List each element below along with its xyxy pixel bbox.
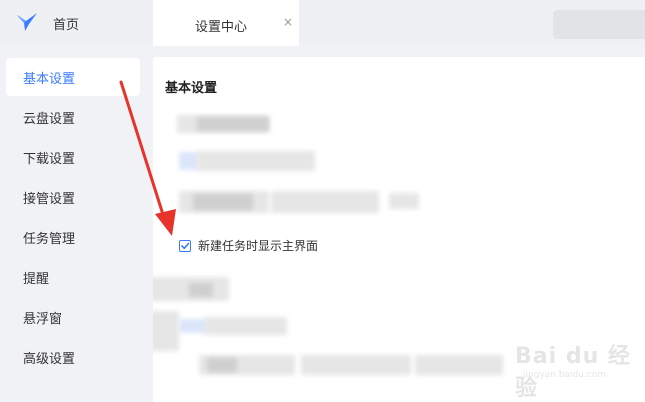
obscured-option — [197, 151, 315, 171]
obscured-option — [153, 311, 179, 351]
sidebar-item-label: 高级设置 — [23, 351, 76, 367]
sidebar-item-basic[interactable]: 基本设置 — [6, 58, 140, 96]
sidebar-item-label: 下载设置 — [23, 151, 76, 167]
new-task-show-main-label: 新建任务时显示主界面 — [198, 239, 319, 253]
tab-settings[interactable]: 设置中心 × — [153, 0, 299, 46]
sidebar-item-task-manage[interactable]: 任务管理 — [6, 218, 140, 256]
obscured-option — [415, 355, 503, 375]
baidu-watermark: Bai du 经验 jingyan.baidu.com — [495, 336, 635, 401]
settings-sidebar: 基本设置 云盘设置 下载设置 接管设置 任务管理 提醒 悬浮窗 高级设置 — [0, 46, 153, 402]
sidebar-item-takeover[interactable]: 接管设置 — [6, 178, 140, 216]
sidebar-item-floating-window[interactable]: 悬浮窗 — [6, 298, 140, 336]
sidebar-item-label: 任务管理 — [23, 231, 76, 247]
watermark-url: jingyan.baidu.com — [523, 370, 607, 380]
bird-logo-icon — [17, 13, 37, 31]
sidebar-item-advanced[interactable]: 高级设置 — [6, 338, 140, 376]
obscured-option — [205, 317, 287, 335]
obscured-option — [271, 191, 379, 213]
tab-home[interactable]: 首页 — [0, 0, 152, 46]
section-title: 基本设置 — [165, 81, 218, 96]
obscured-option — [189, 283, 213, 297]
tab-bar: 首页 设置中心 × — [0, 0, 645, 46]
top-search-box[interactable] — [553, 10, 645, 39]
obscured-option — [301, 355, 411, 375]
sidebar-item-cloud[interactable]: 云盘设置 — [6, 98, 140, 136]
new-task-show-main-checkbox[interactable] — [179, 239, 191, 252]
tab-settings-label: 设置中心 — [195, 20, 248, 35]
option-new-task-show-main[interactable]: 新建任务时显示主界面 — [179, 237, 318, 254]
sidebar-item-label: 云盘设置 — [23, 111, 76, 127]
tab-home-label: 首页 — [53, 18, 80, 33]
obscured-option — [207, 358, 237, 372]
checkmark-icon — [181, 242, 190, 249]
obscured-option — [197, 117, 269, 131]
sidebar-item-label: 提醒 — [23, 271, 50, 287]
sidebar-item-label: 悬浮窗 — [23, 311, 63, 327]
sidebar-item-reminder[interactable]: 提醒 — [6, 258, 140, 296]
obscured-option — [193, 194, 253, 210]
obscured-option — [179, 152, 199, 170]
obscured-option — [389, 193, 419, 209]
sidebar-item-label: 接管设置 — [23, 191, 76, 207]
close-icon[interactable]: × — [283, 15, 293, 29]
sidebar-item-download[interactable]: 下载设置 — [6, 138, 140, 176]
sidebar-item-label: 基本设置 — [23, 71, 76, 87]
